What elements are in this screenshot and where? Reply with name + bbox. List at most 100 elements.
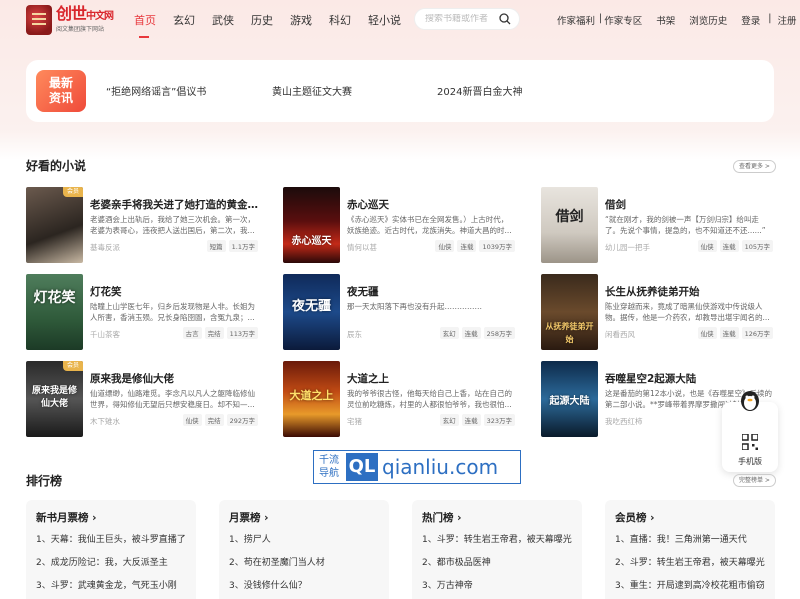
book-cover[interactable]: 会员: [26, 187, 83, 263]
book-title[interactable]: 大道之上: [347, 371, 515, 386]
cover-title: 起源大陆: [549, 396, 590, 407]
mobile-version-widget[interactable]: 手机版: [722, 391, 778, 472]
book-tag: 126万字: [741, 327, 773, 339]
book-title[interactable]: 老婆亲手将我关进了她打造的黄金笼...: [90, 197, 258, 212]
nav-scifi[interactable]: 科幻: [329, 12, 351, 28]
book-card[interactable]: 会员 老婆亲手将我关进了她打造的黄金笼... 老婆酒会上出轨后，我给了她三次机会…: [26, 187, 258, 265]
history-link[interactable]: 浏览历史: [689, 13, 727, 27]
book-card[interactable]: 夜无疆 夜无疆 那一天太阳落下再也没有升起…………… 辰东 玄幻 连载 258万…: [283, 274, 515, 352]
book-tags: 仙侠 连载 1039万字: [432, 240, 515, 252]
book-card[interactable]: 大道之上 大道之上 我的爷爷很古怪，他每天给自己上香，站在自己的灵位前吃糖炼，村…: [283, 361, 515, 439]
logo-sub-text: 阅文集团旗下网站: [56, 25, 105, 33]
book-author[interactable]: 情何以甚: [347, 242, 377, 253]
book-title[interactable]: 灯花笑: [90, 284, 258, 299]
writer-zone-link[interactable]: 作家专区: [604, 13, 642, 27]
book-card[interactable]: 赤心巡天 赤心巡天 《赤心巡天》实体书已在全网发售。）上古时代，妖族绝迹。近古时…: [283, 187, 515, 265]
ranking-item[interactable]: 3、万古神帝: [422, 578, 473, 591]
news-badge-line: 最新: [48, 76, 73, 90]
book-cover[interactable]: 会员 原来我是修仙大佬: [26, 361, 83, 437]
book-tag: 连载: [461, 327, 481, 339]
book-card[interactable]: 灯花笑 灯花笑 陆瞳上山学医七年，归乡后发现物是人非。长姐为人所害，香消玉殒。兄…: [26, 274, 258, 352]
search-icon[interactable]: [499, 13, 511, 25]
watermark-ql: QL: [346, 453, 378, 481]
news-item[interactable]: 黄山主题征文大赛: [272, 83, 352, 98]
section-title-ranking: 排行榜: [26, 474, 63, 488]
news-item[interactable]: 2024新晋白金大神: [437, 83, 522, 98]
book-tags: 古言 完结 113万字: [180, 327, 258, 339]
ranking-board: 热门榜 › 1、斗罗：转生岩王帝君，被天幕曝光 2、都市极品医神 3、万古神帝: [412, 500, 582, 599]
ranking-item[interactable]: 2、都市极品医神: [422, 555, 491, 568]
book-author[interactable]: 基毒反派: [90, 242, 120, 253]
book-card[interactable]: 从抚养徒弟开始 长生从抚养徒弟开始 陈业穿越而来，竟成了暗黑仙侠游戏中传说级人物…: [541, 274, 773, 352]
news-badge: 最新 资讯: [36, 70, 86, 112]
ranking-board: 新书月票榜 › 1、天幕：我仙王巨头，被斗罗直播了 2、成龙历险记：我，大反派圣…: [26, 500, 196, 599]
bookshelf-link[interactable]: 书架: [656, 13, 675, 27]
book-card[interactable]: 借剑 借剑 “就在刚才，我的剑被一声【万剑归宗】给叫走了。先说个事情，提急的，也…: [541, 187, 773, 265]
register-link[interactable]: 注册: [777, 13, 796, 27]
ranking-item[interactable]: 3、斗罗：武魂黄金龙，气死玉小刚: [36, 578, 177, 591]
ranking-item[interactable]: 1、捞尸人: [229, 532, 271, 545]
book-title[interactable]: 夜无疆: [347, 284, 515, 299]
book-cover[interactable]: 赤心巡天: [283, 187, 340, 263]
watermark-logo: 千流 导航 QL qianliu.com: [313, 450, 521, 484]
ranking-item[interactable]: 1、直播：我！三角洲第一通天代: [615, 532, 747, 545]
book-title[interactable]: 赤心巡天: [347, 197, 515, 212]
ranking-item[interactable]: 1、斗罗：转生岩王帝君，被天幕曝光: [422, 532, 572, 545]
vip-badge: 会员: [63, 187, 83, 197]
ranking-board-title[interactable]: 会员榜 ›: [615, 510, 654, 525]
book-author[interactable]: 千山茶客: [90, 329, 120, 340]
full-ranking-button[interactable]: 完整榜单 >: [733, 474, 776, 487]
ranking-board-title[interactable]: 新书月票榜 ›: [36, 510, 96, 525]
book-cover[interactable]: 从抚养徒弟开始: [541, 274, 598, 350]
book-title[interactable]: 吞噬星空2起源大陆: [605, 371, 773, 386]
book-title[interactable]: 原来我是修仙大佬: [90, 371, 258, 386]
book-author[interactable]: 我吃西红柿: [605, 416, 643, 427]
cover-title: 赤心巡天: [291, 236, 332, 247]
book-cover[interactable]: 起源大陆: [541, 361, 598, 437]
nav-home[interactable]: 首页: [134, 12, 156, 38]
writer-benefits-link[interactable]: 作家福利: [557, 13, 595, 27]
book-cover[interactable]: 夜无疆: [283, 274, 340, 350]
book-title[interactable]: 长生从抚养徒弟开始: [605, 284, 773, 299]
ranking-item[interactable]: 2、成龙历险记：我，大反派圣主: [36, 555, 168, 568]
book-title[interactable]: 借剑: [605, 197, 773, 212]
search-input[interactable]: [425, 14, 495, 24]
ranking-board-title[interactable]: 月票榜 ›: [229, 510, 268, 525]
book-tag: 仙侠: [697, 327, 717, 339]
book-author[interactable]: 宅猪: [347, 416, 362, 427]
ranking-item[interactable]: 3、重生：开局逮到高冷校花粗市偷窃: [615, 578, 765, 591]
book-tag: 258万字: [483, 327, 515, 339]
login-link[interactable]: 登录: [741, 13, 760, 27]
ranking-item[interactable]: 3、没钱修什么仙？: [229, 578, 307, 591]
book-desc: 那一天太阳落下再也没有升起……………: [347, 302, 482, 311]
book-tag: 玄幻: [439, 327, 459, 339]
book-author[interactable]: 辰东: [347, 329, 362, 340]
news-badge-line: 资讯: [48, 91, 73, 105]
penguin-mascot-icon: [741, 391, 759, 411]
ranking-item[interactable]: 2、斗罗：转生岩王帝君，被天幕曝光: [615, 555, 765, 568]
site-logo[interactable]: 创世中文网 阅文集团旗下网站: [26, 4, 118, 36]
nav-game[interactable]: 游戏: [290, 12, 312, 28]
view-more-button[interactable]: 查看更多 >: [733, 160, 776, 173]
book-author[interactable]: 木下雉水: [90, 416, 120, 427]
ranking-board-title[interactable]: 热门榜 ›: [422, 510, 461, 525]
watermark-left: 千流 导航: [314, 454, 342, 480]
watermark-domain: qianliu.com: [382, 455, 499, 479]
ranking-item[interactable]: 1、天幕：我仙王巨头，被斗罗直播了: [36, 532, 186, 545]
news-item[interactable]: “拒绝网络谣言”倡议书: [106, 83, 206, 98]
book-cover[interactable]: 灯花笑: [26, 274, 83, 350]
nav-light-novel[interactable]: 轻小说: [368, 12, 401, 28]
book-author[interactable]: 闲看西风: [605, 329, 635, 340]
book-tag: 完结: [204, 414, 224, 426]
nav-history[interactable]: 历史: [251, 12, 273, 28]
nav-wuxia[interactable]: 武侠: [212, 12, 234, 28]
nav-xuanhuan[interactable]: 玄幻: [173, 12, 195, 28]
book-tag: 仙侠: [182, 414, 202, 426]
book-card[interactable]: 会员 原来我是修仙大佬 原来我是修仙大佬 仙道缥缈，仙路难觅。李念凡以凡人之躯降…: [26, 361, 258, 439]
ranking-item[interactable]: 2、苟在初圣魔门当人材: [229, 555, 325, 568]
book-author[interactable]: 幼儿园一把手: [605, 242, 650, 253]
book-desc: 陆瞳上山学医七年，归乡后发现物是人非。长姐为人所害，香消玉殒。兄长身陷囹圄，含冤…: [90, 302, 255, 322]
book-cover[interactable]: 大道之上: [283, 361, 340, 437]
book-cover[interactable]: 借剑: [541, 187, 598, 263]
book-tags: 玄幻 连载 258万字: [437, 327, 515, 339]
